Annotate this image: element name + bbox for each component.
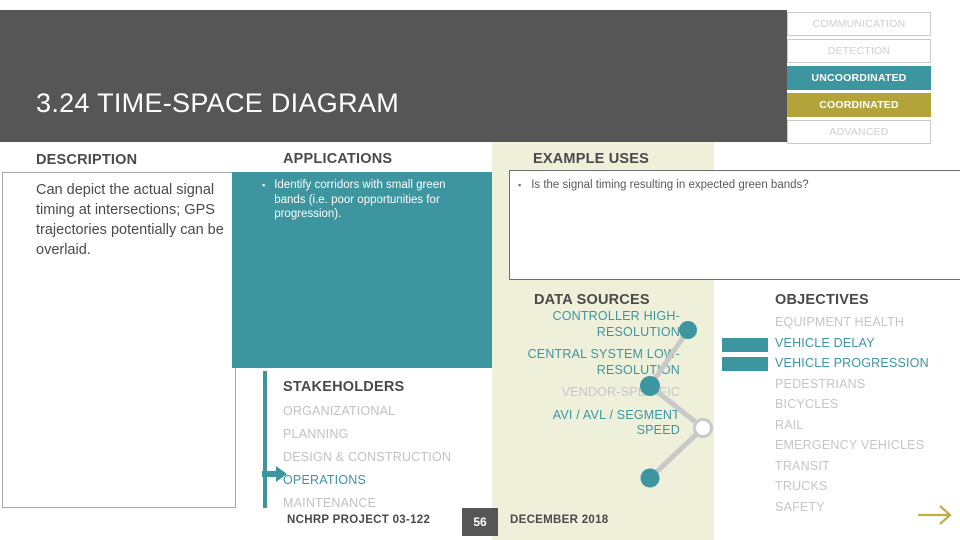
badge-advanced[interactable]: ADVANCED [787,120,931,144]
category-badge-stack: COMMUNICATION DETECTION UNCOORDINATED CO… [787,12,933,147]
stakeholders-list: ORGANIZATIONAL PLANNING DESIGN & CONSTRU… [283,400,488,515]
objective-rail: RAIL [775,417,804,432]
badge-communication[interactable]: COMMUNICATION [787,12,931,36]
objective-transit: TRANSIT [775,458,830,473]
data-sources-node-graph [640,321,713,488]
heading-stakeholders: STAKEHOLDERS [283,379,405,395]
objective-bicycles: BICYCLES [775,397,839,411]
objective-vehicle-delay: VEHICLE DELAY [775,335,875,350]
objectives-list: EQUIPMENT HEALTH VEHICLE DELAY VEHICLE P… [775,315,955,520]
badge-uncoordinated[interactable]: UNCOORDINATED [787,66,931,90]
objective-equipment-health: EQUIPMENT HEALTH [775,315,905,329]
stakeholder-planning: PLANNING [283,427,349,441]
badge-detection[interactable]: DETECTION [787,39,931,63]
objective-marker-vehicle-delay [722,338,768,352]
stakeholder-design-construction: DESIGN & CONSTRUCTION [283,450,452,464]
heading-description: DESCRIPTION [36,152,138,168]
description-text: Can depict the actual signal timing at i… [36,182,224,258]
slide-canvas: 3.24 TIME-SPACE DIAGRAM COMMUNICATION DE… [0,0,960,540]
next-arrow-icon[interactable] [916,502,954,528]
badge-coordinated[interactable]: COORDINATED [787,93,931,117]
footer-date-label: DECEMBER 2018 [510,514,609,526]
objective-emergency-vehicles: EMERGENCY VEHICLES [775,438,925,452]
objective-trucks: TRUCKS [775,479,828,493]
heading-data-sources: DATA SOURCES [534,292,650,308]
applications-bullet-item: ▪ Identify corridors with small green ba… [262,178,480,222]
stakeholder-operations: OPERATIONS [283,473,367,487]
example-uses-bullet-text: Is the signal timing resulting in expect… [531,179,809,191]
objective-marker-vehicle-progression [722,357,768,371]
heading-applications: APPLICATIONS [283,151,393,167]
bullet-square-icon: ▪ [262,180,266,190]
node-controller-high-resolution [679,321,697,339]
footer-project-label: NCHRP PROJECT 03-122 [287,514,431,526]
heading-objectives: OBJECTIVES [775,292,869,308]
objective-vehicle-progression: VEHICLE PROGRESSION [775,356,929,370]
stakeholders-accent-rule [263,371,267,508]
node-avi-avl-segment-speed [640,468,660,488]
objective-pedestrians: PEDESTRIANS [775,376,866,391]
node-central-system-low-resolution [640,376,660,396]
heading-example-uses: EXAMPLE USES [533,151,650,167]
applications-bullet-text: Identify corridors with small green band… [274,179,446,220]
stakeholder-organizational: ORGANIZATIONAL [283,404,396,418]
bullet-square-icon: ▪ [518,180,522,190]
example-uses-bullet-item: ▪ Is the signal timing resulting in expe… [518,178,948,193]
header-bar [0,10,787,142]
page-title: 3.24 TIME-SPACE DIAGRAM [36,88,399,118]
right-arrow-icon [262,466,287,482]
node-vendor-specific [693,418,713,438]
stakeholder-maintenance: MAINTENANCE [283,496,377,510]
footer-page-number: 56 [462,508,498,536]
